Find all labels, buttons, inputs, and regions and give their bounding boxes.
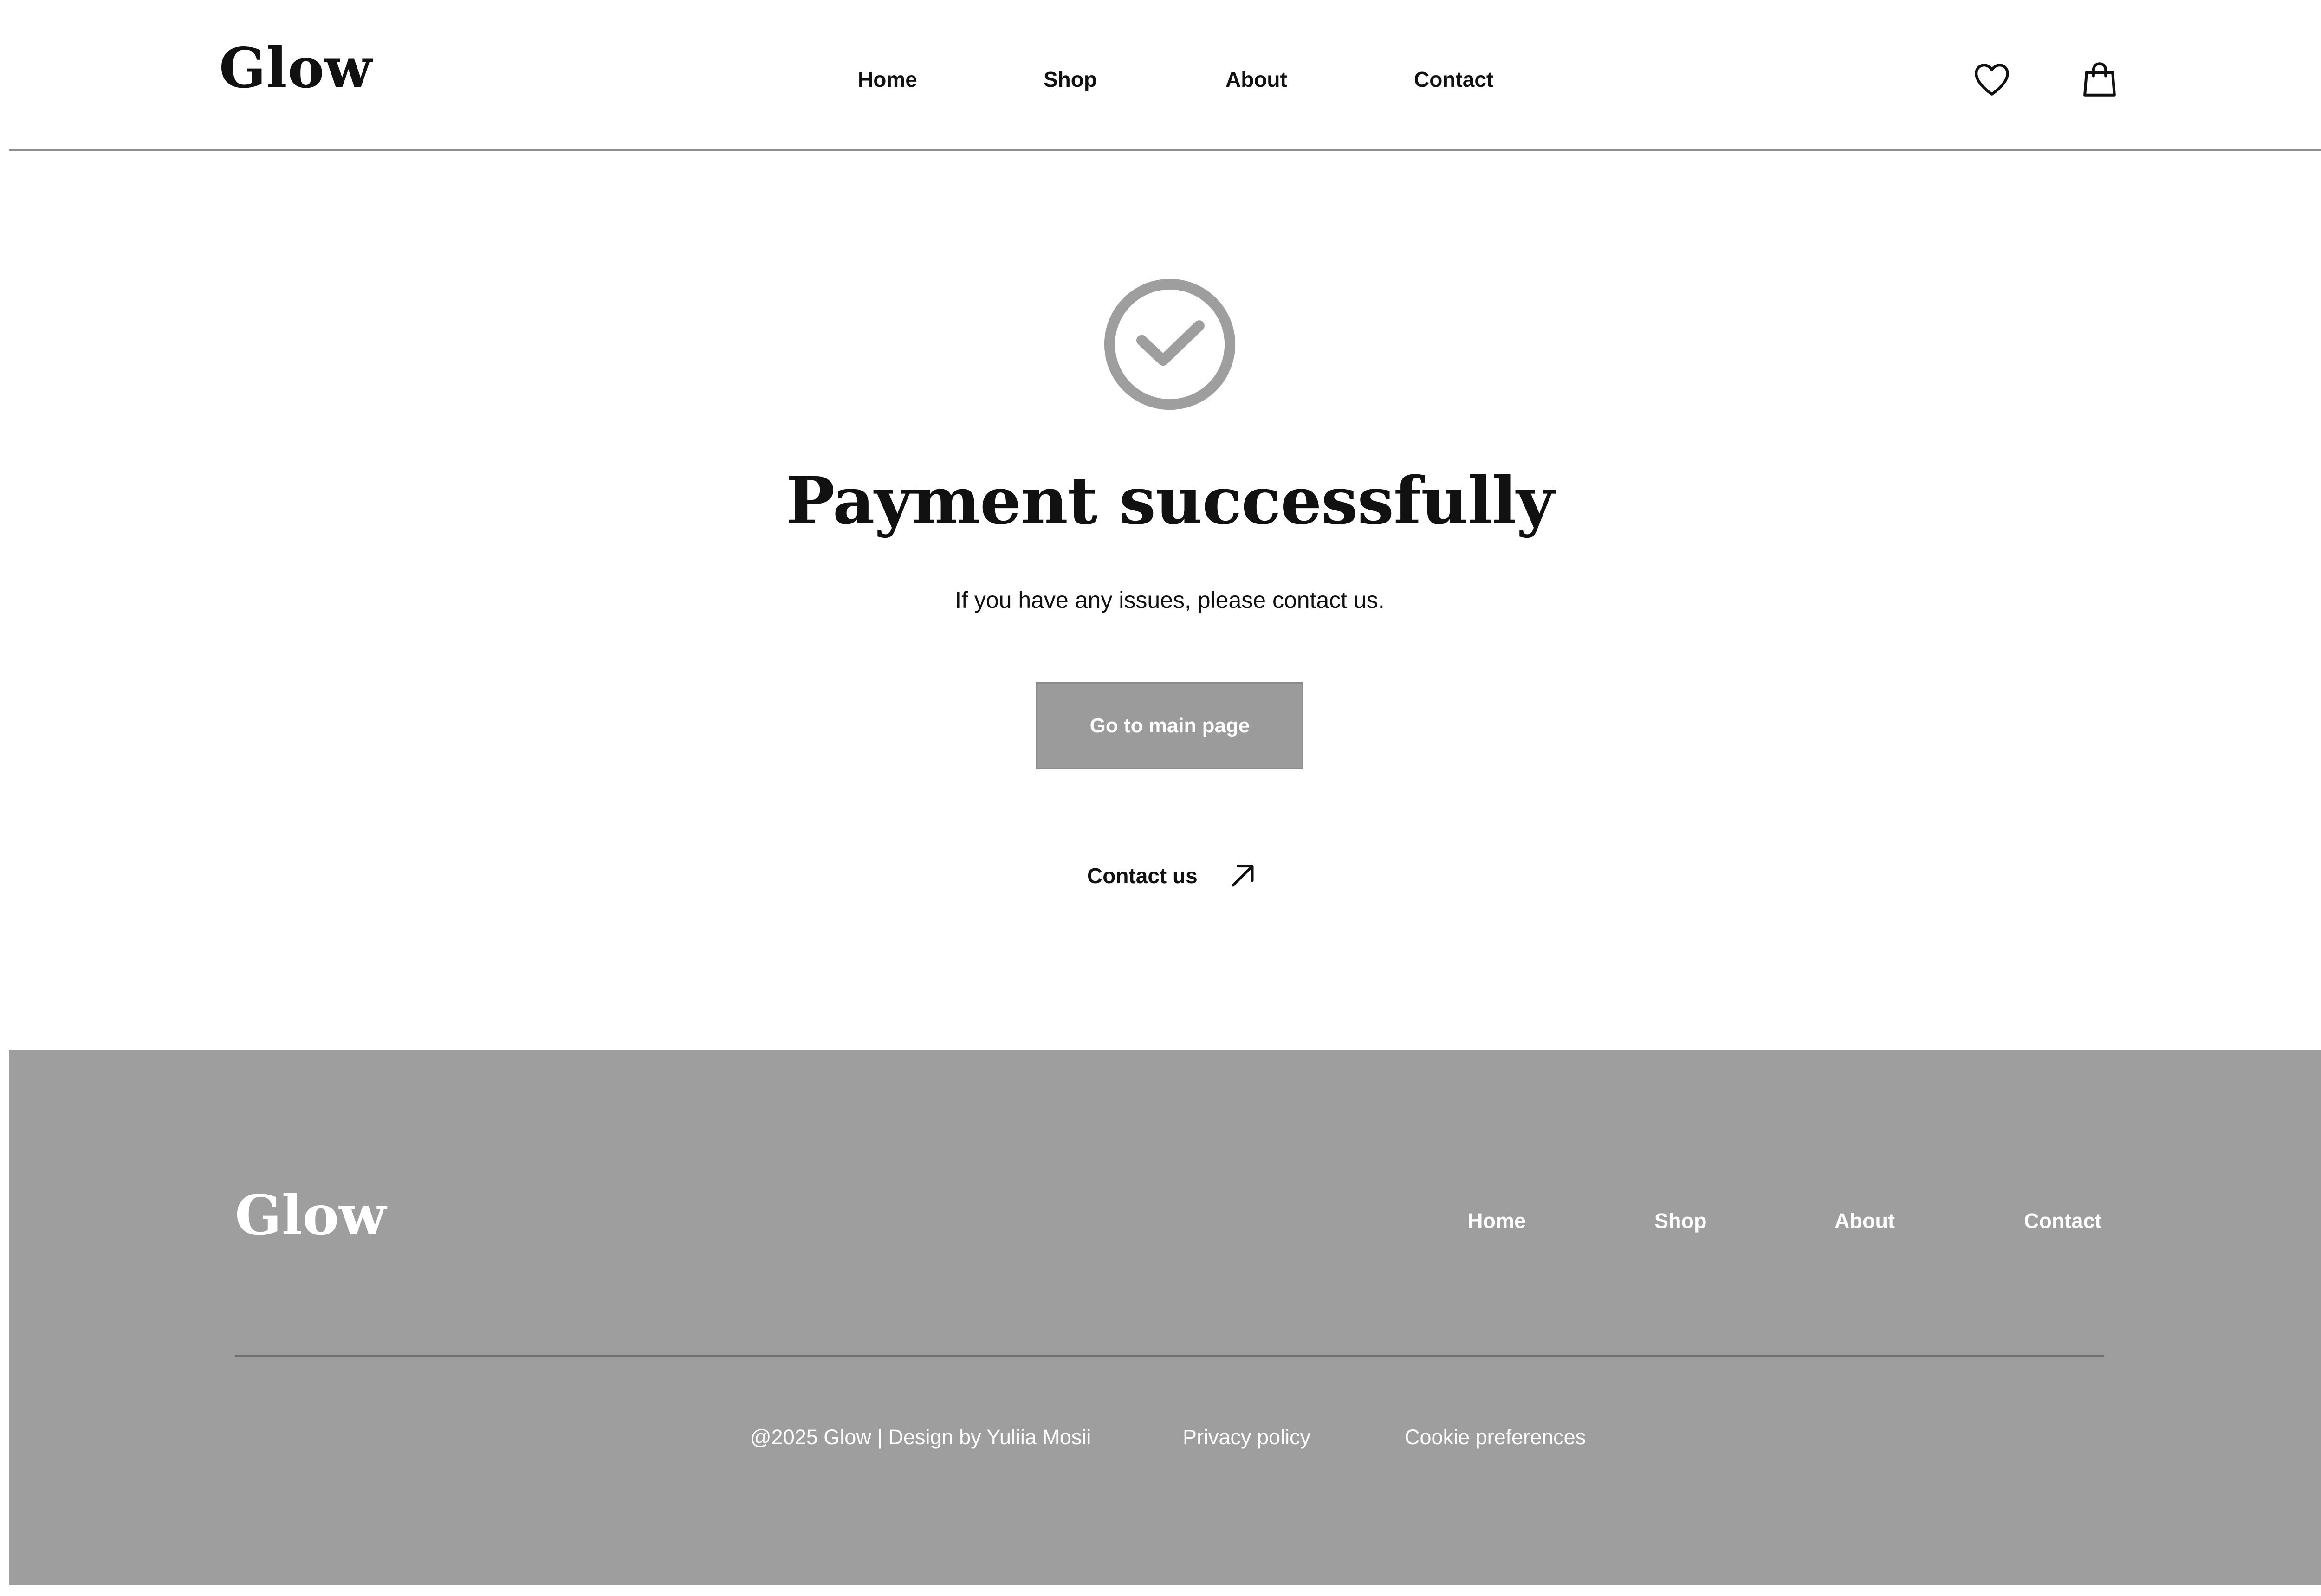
go-to-main-page-button[interactable]: Go to main page (1036, 682, 1303, 769)
nav-contact-link[interactable]: Contact (1414, 69, 1493, 90)
contact-us-link[interactable]: Contact us (1087, 861, 1257, 890)
nav-shop-link[interactable]: Shop (1044, 69, 1097, 90)
footer-nav-about-link[interactable]: About (1835, 1210, 1895, 1231)
page-subtitle: If you have any issues, please contact u… (955, 587, 1385, 613)
header-logo[interactable]: Glow (219, 41, 372, 96)
arrow-up-right-icon (1228, 861, 1257, 890)
footer-nav-home-link[interactable]: Home (1468, 1210, 1526, 1231)
check-circle-icon (1103, 278, 1237, 411)
nav-home-link[interactable]: Home (858, 69, 917, 90)
copyright-text: @2025 Glow | Design by Yuliia Mosii (750, 1425, 1091, 1449)
cookie-preferences-link[interactable]: Cookie preferences (1405, 1427, 1586, 1447)
page: Glow Home Shop About Contact Payment suc… (9, 0, 2321, 1596)
footer-divider (235, 1355, 2104, 1357)
nav-about-link[interactable]: About (1225, 69, 1287, 90)
page-title: Payment successfully (786, 463, 1554, 539)
footer-nav-shop-link[interactable]: Shop (1654, 1210, 1706, 1231)
shopping-bag-icon[interactable] (2079, 58, 2120, 100)
site-header: Glow Home Shop About Contact (9, 0, 2321, 151)
privacy-policy-link[interactable]: Privacy policy (1183, 1427, 1310, 1447)
footer-nav-contact-link[interactable]: Contact (2024, 1210, 2102, 1231)
contact-us-label: Contact us (1087, 864, 1198, 888)
heart-icon[interactable] (1971, 58, 2013, 100)
site-footer: Glow Home Shop About Contact @2025 Glow … (9, 1050, 2321, 1585)
footer-logo[interactable]: Glow (235, 1188, 386, 1243)
